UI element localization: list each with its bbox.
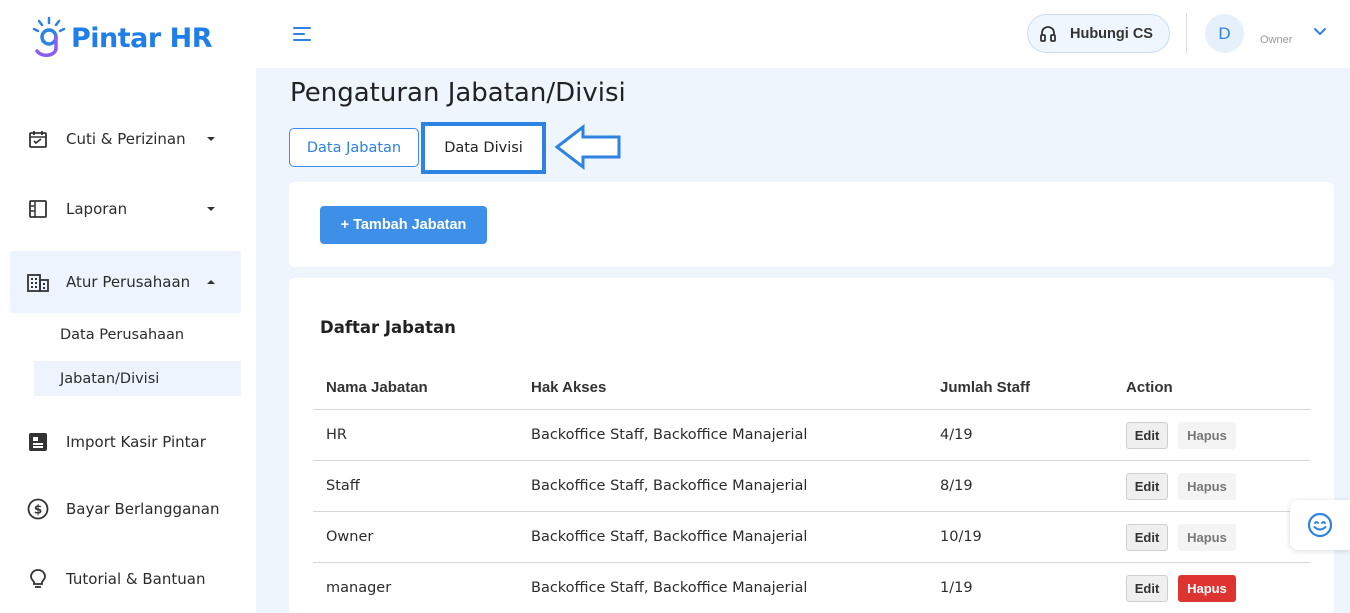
staff-count: 8/19: [940, 478, 973, 494]
sidebar-subitem-data-perusahaan[interactable]: Data Perusahaan: [34, 317, 241, 352]
sidebar-item-label: Laporan: [66, 200, 128, 218]
table-row: Staff Backoffice Staff, Backoffice Manaj…: [313, 461, 1310, 512]
access-rights: Backoffice Staff, Backoffice Manajerial: [531, 427, 808, 443]
document-icon: [27, 198, 49, 220]
building-icon: [27, 271, 49, 293]
delete-button[interactable]: Hapus: [1178, 421, 1236, 449]
sidebar-item-label: Tutorial & Bantuan: [66, 570, 206, 588]
staff-count: 4/19: [940, 427, 973, 443]
avatar[interactable]: D: [1205, 14, 1244, 53]
sidebar-item-label: Bayar Berlangganan: [66, 500, 220, 518]
column-header: Jumlah Staff: [940, 379, 1031, 396]
contact-cs-button[interactable]: Hubungi CS: [1027, 14, 1170, 53]
contact-cs-label: Hubungi CS: [1070, 25, 1153, 42]
sidebar-item-cuti[interactable]: Cuti & Perizinan: [10, 108, 241, 170]
menu-toggle-icon[interactable]: [293, 26, 311, 42]
tab-data-jabatan[interactable]: Data Jabatan: [289, 128, 419, 167]
header-divider: [1186, 13, 1187, 53]
chat-support-button[interactable]: [1290, 500, 1350, 550]
row-actions: Edit Hapus: [1126, 461, 1236, 511]
user-role: Owner: [1260, 34, 1293, 46]
sidebar-item-laporan[interactable]: Laporan: [10, 178, 241, 240]
svg-text:$: $: [34, 503, 42, 517]
logo-icon: [32, 16, 66, 57]
dollar-icon: $: [27, 498, 49, 520]
lightbulb-icon: [27, 568, 49, 590]
list-title: Daftar Jabatan: [320, 318, 456, 337]
table-header: Nama Jabatan Hak Akses Jumlah Staff Acti…: [313, 366, 1310, 410]
logo-text: Pintar HR: [71, 22, 213, 54]
row-actions: Edit Hapus: [1126, 563, 1236, 613]
chevron-down-icon[interactable]: [1313, 27, 1327, 37]
action-card: + Tambah Jabatan: [289, 182, 1334, 267]
tab-data-divisi[interactable]: Data Divisi: [421, 122, 546, 174]
jabatan-name: Owner: [326, 529, 374, 545]
sidebar-subitem-jabatan-divisi[interactable]: Jabatan/Divisi: [34, 361, 241, 396]
import-icon: [27, 431, 49, 453]
tab-label: Data Jabatan: [306, 139, 402, 156]
access-rights: Backoffice Staff, Backoffice Manajerial: [531, 580, 808, 596]
sidebar-item-import-kasir[interactable]: Import Kasir Pintar: [10, 411, 241, 473]
jabatan-table: Nama Jabatan Hak Akses Jumlah Staff Acti…: [313, 366, 1310, 613]
staff-count: 1/19: [940, 580, 973, 596]
table-row: HR Backoffice Staff, Backoffice Manajeri…: [313, 410, 1310, 461]
jabatan-name: Staff: [326, 478, 360, 494]
sidebar-item-tutorial[interactable]: Tutorial & Bantuan: [10, 548, 241, 610]
column-header: Action: [1126, 379, 1173, 396]
edit-button[interactable]: Edit: [1126, 421, 1168, 449]
sidebar-item-bayar[interactable]: $ Bayar Berlangganan: [10, 478, 241, 540]
table-row: manager Backoffice Staff, Backoffice Man…: [313, 563, 1310, 613]
page-title: Pengaturan Jabatan/Divisi: [290, 78, 626, 108]
edit-button[interactable]: Edit: [1126, 523, 1168, 551]
delete-button[interactable]: Hapus: [1178, 472, 1236, 500]
row-actions: Edit Hapus: [1126, 512, 1236, 562]
sidebar-subitem-label: Data Perusahaan: [60, 326, 185, 343]
staff-count: 10/19: [940, 529, 982, 545]
app-logo[interactable]: Pintar HR: [30, 16, 213, 60]
caret-down-icon: [207, 137, 215, 141]
edit-button[interactable]: Edit: [1126, 472, 1168, 500]
edit-button[interactable]: Edit: [1126, 574, 1168, 602]
annotation-arrow-icon: [554, 123, 621, 171]
sidebar-item-label: Atur Perusahaan: [66, 273, 191, 291]
sidebar-item-label: Cuti & Perizinan: [66, 130, 186, 148]
jabatan-list-card: Daftar Jabatan Nama Jabatan Hak Akses Ju…: [289, 278, 1334, 613]
access-rights: Backoffice Staff, Backoffice Manajerial: [531, 529, 808, 545]
delete-button[interactable]: Hapus: [1178, 574, 1236, 602]
sidebar: Pintar HR Cuti & Perizinan Laporan Atur …: [0, 0, 256, 613]
access-rights: Backoffice Staff, Backoffice Manajerial: [531, 478, 808, 494]
caret-down-icon: [207, 207, 215, 211]
jabatan-name: HR: [326, 427, 347, 443]
table-row: Owner Backoffice Staff, Backoffice Manaj…: [313, 512, 1310, 563]
top-header: Hubungi CS D Owner: [256, 0, 1350, 68]
sidebar-item-atur-perusahaan[interactable]: Atur Perusahaan: [10, 251, 241, 313]
sidebar-item-label: Import Kasir Pintar: [66, 433, 206, 451]
tab-label: Data Divisi: [444, 140, 523, 156]
column-header: Hak Akses: [531, 379, 607, 396]
add-jabatan-button[interactable]: + Tambah Jabatan: [320, 206, 487, 244]
column-header: Nama Jabatan: [326, 379, 428, 396]
headset-icon: [1040, 25, 1056, 42]
jabatan-name: manager: [326, 580, 392, 596]
delete-button[interactable]: Hapus: [1178, 523, 1236, 551]
calendar-check-icon: [27, 128, 49, 150]
caret-up-icon: [207, 280, 215, 284]
sidebar-subitem-label: Jabatan/Divisi: [60, 370, 160, 387]
row-actions: Edit Hapus: [1126, 410, 1236, 460]
smiley-icon: [1307, 512, 1333, 538]
